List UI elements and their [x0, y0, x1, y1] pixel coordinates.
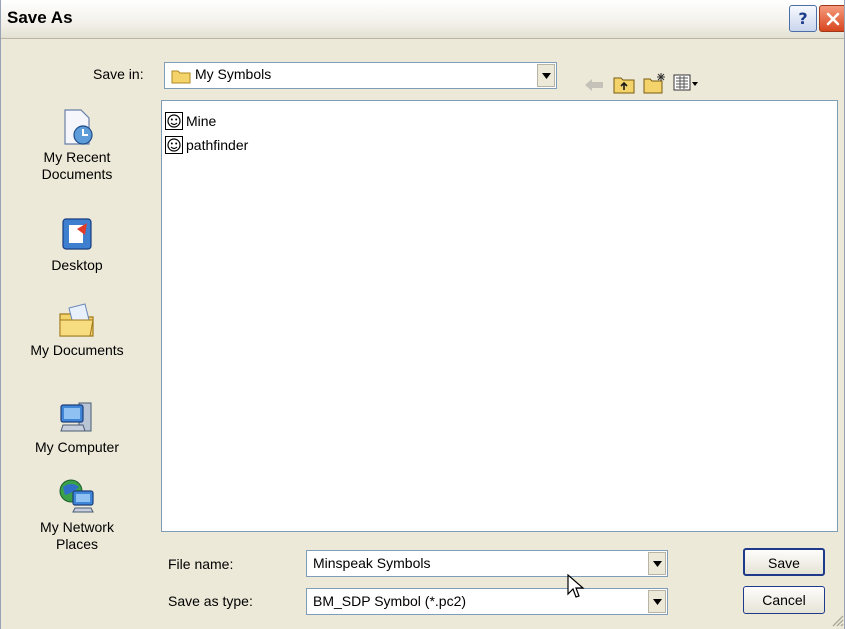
folder-icon: [171, 70, 191, 84]
window-title: Save As: [7, 8, 73, 27]
close-button[interactable]: [819, 5, 844, 32]
save-in-value: My Symbols: [195, 66, 272, 82]
new-folder-button[interactable]: [643, 72, 667, 99]
file-name: pathfinder: [186, 137, 249, 153]
save-in-label: Save in:: [93, 66, 144, 82]
symbol-file-icon: [165, 112, 183, 130]
place-my-recent-documents[interactable]: My Recent Documents: [1, 107, 153, 183]
title-bar[interactable]: Save As ?: [1, 0, 844, 39]
place-label: My Network: [40, 519, 114, 535]
symbol-file-icon: [165, 136, 183, 154]
place-my-computer[interactable]: My Computer: [1, 397, 153, 456]
file-item[interactable]: pathfinder: [165, 135, 248, 155]
save-in-dropdown-arrow[interactable]: [537, 64, 555, 87]
up-folder-button[interactable]: [613, 74, 635, 99]
place-my-network-places[interactable]: My Network Places: [1, 477, 153, 553]
mouse-pointer-icon: [567, 574, 585, 598]
save-as-type-value: BM_SDP Symbol (*.pc2): [313, 593, 467, 609]
chevron-down-icon: [652, 560, 662, 567]
new-folder-icon: [643, 73, 665, 94]
place-label: Documents: [41, 166, 113, 182]
place-label: My Computer: [34, 439, 120, 455]
close-x-icon: [826, 12, 840, 25]
place-desktop[interactable]: Desktop: [1, 215, 153, 274]
place-label: Places: [55, 536, 99, 552]
save-button[interactable]: Save: [743, 548, 825, 576]
file-name-input[interactable]: Minspeak Symbols: [306, 550, 668, 577]
back-button[interactable]: [583, 77, 605, 98]
file-list-view[interactable]: Mine pathfinder: [161, 100, 838, 532]
save-as-type-dropdown-arrow[interactable]: [648, 590, 666, 613]
place-label: Desktop: [51, 257, 103, 273]
views-menu-icon: [673, 74, 698, 91]
folder-up-icon: [613, 77, 635, 94]
place-my-documents[interactable]: My Documents: [1, 300, 153, 359]
file-item[interactable]: Mine: [165, 111, 216, 131]
save-as-type-label: Save as type:: [168, 593, 253, 609]
file-name: Mine: [186, 113, 217, 129]
file-name-value: Minspeak Symbols: [313, 555, 431, 571]
question-icon: ?: [798, 9, 808, 28]
desktop-icon: [62, 218, 92, 250]
place-label: My Recent: [43, 149, 111, 165]
recent-documents-icon: [64, 109, 93, 145]
places-bar: My Recent Documents Desktop My Documents: [1, 95, 153, 610]
my-computer-icon: [60, 402, 92, 432]
file-name-label: File name:: [168, 556, 234, 572]
file-name-dropdown-arrow[interactable]: [648, 552, 666, 575]
resize-grip-icon[interactable]: [830, 613, 844, 627]
help-button[interactable]: ?: [789, 5, 817, 32]
views-menu-button[interactable]: [673, 74, 699, 97]
back-arrow-icon: [585, 79, 603, 91]
chevron-down-icon: [652, 598, 662, 605]
chevron-down-icon: [541, 72, 551, 79]
save-as-dialog: Save As ? Save in: My Symbols My Recent …: [0, 0, 845, 629]
my-documents-icon: [59, 303, 94, 337]
save-in-dropdown[interactable]: My Symbols: [164, 62, 557, 89]
place-label: My Documents: [30, 342, 124, 358]
my-network-icon: [59, 479, 94, 513]
save-as-type-dropdown[interactable]: BM_SDP Symbol (*.pc2): [306, 588, 668, 615]
cancel-button[interactable]: Cancel: [743, 586, 825, 614]
